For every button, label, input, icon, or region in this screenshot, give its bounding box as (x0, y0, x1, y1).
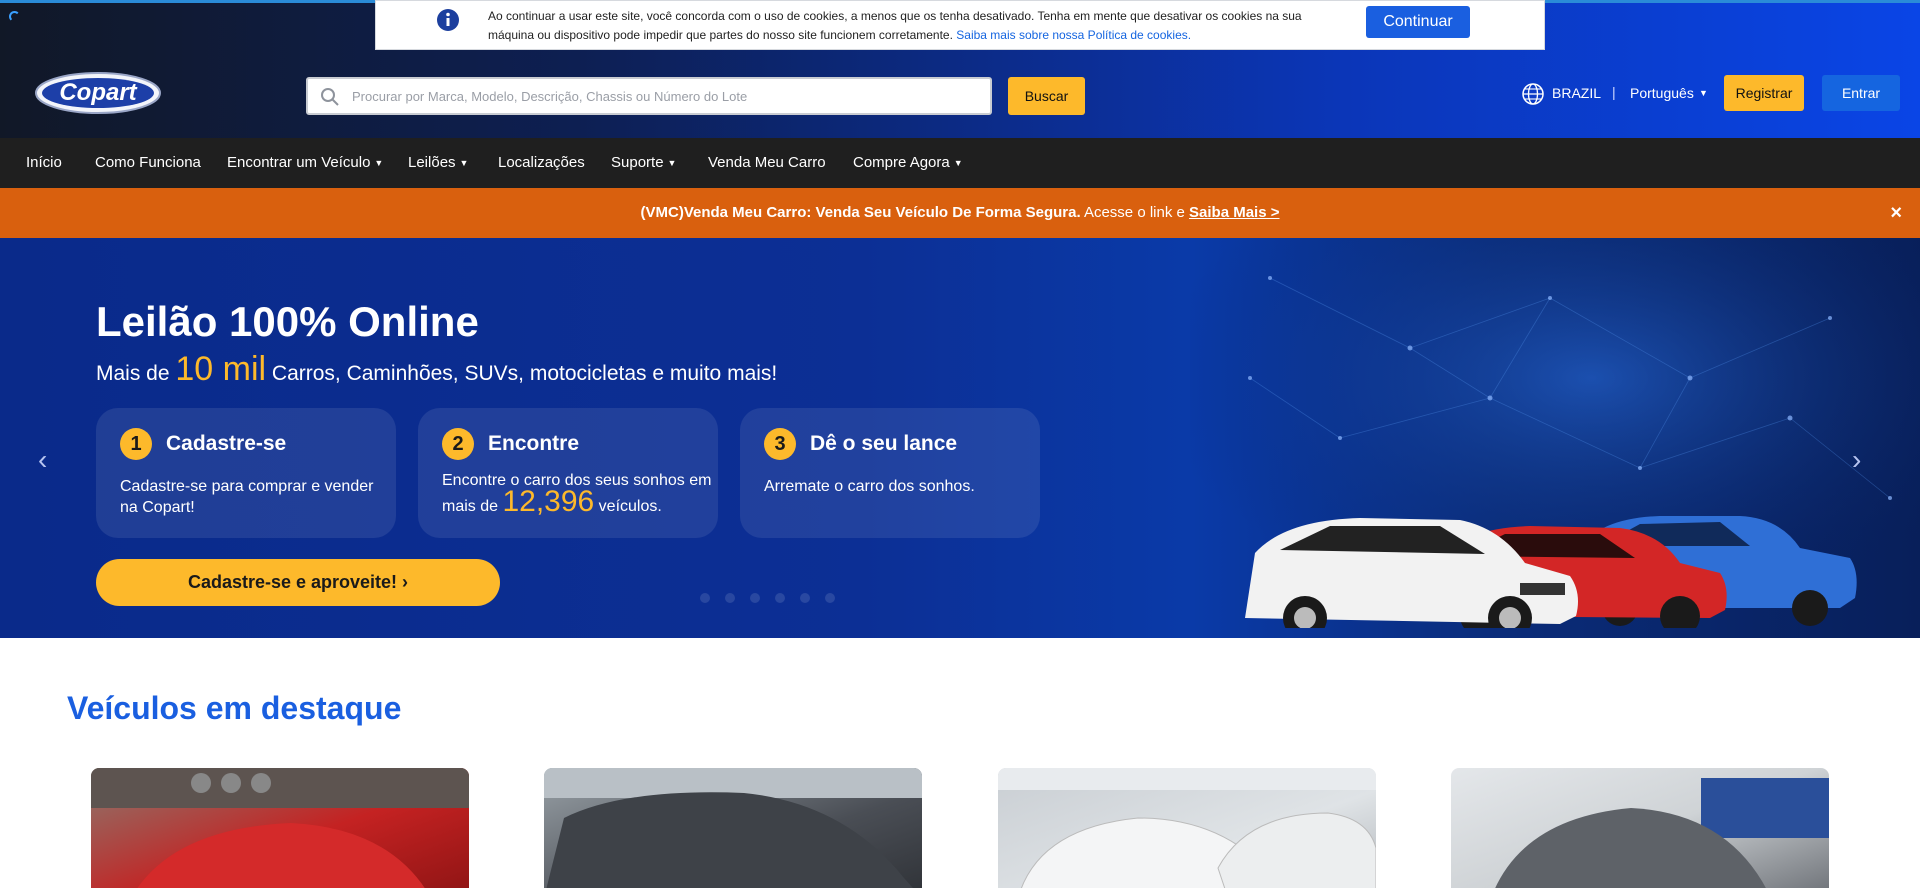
signup-cta-button[interactable]: Cadastre-se e aproveite! › (96, 559, 500, 606)
promo-bar: (VMC)Venda Meu Carro: Venda Seu Veículo … (0, 188, 1920, 238)
country-selector[interactable]: BRAZIL (1552, 85, 1601, 101)
featured-vehicle-card-1[interactable] (91, 768, 469, 888)
nav-label: Leilões (408, 154, 456, 171)
nav-label: Compre Agora (853, 154, 950, 171)
featured-vehicle-card-3[interactable] (998, 768, 1376, 888)
step-number: 3 (764, 428, 796, 460)
hero-title: Leilão 100% Online (96, 298, 479, 345)
step-card-2: 2 Encontre Encontre o carro dos seus son… (418, 408, 718, 538)
carousel-dot[interactable] (825, 593, 835, 603)
chevron-down-icon: ▼ (459, 158, 469, 168)
nav-item-como-funciona[interactable]: Como Funciona (95, 154, 201, 171)
vehicle-photo-1 (91, 768, 469, 888)
cookie-continue-button[interactable]: Continuar (1366, 6, 1470, 38)
hero-cars-image (1245, 516, 1857, 628)
nav-label: Venda Meu Carro (708, 154, 826, 171)
language-selector[interactable]: Português (1630, 85, 1694, 101)
step-title: Cadastre-se (166, 432, 287, 455)
copart-logo[interactable]: Copart (34, 70, 162, 116)
hero-sub-highlight: 10 mil (175, 350, 267, 388)
hero-sub-prefix: Mais de (96, 362, 176, 385)
carousel-dot[interactable] (725, 593, 735, 603)
hero-sub-suffix: Carros, Caminhões, SUVs, motocicletas e … (266, 362, 778, 385)
step-text: Arremate o carro dos sonhos. (764, 478, 975, 495)
cookie-policy-link[interactable]: Saiba mais sobre nossa Política de cooki… (956, 28, 1191, 42)
close-icon[interactable]: × (1890, 202, 1902, 225)
cookie-message: Ao continuar a usar este site, você conc… (488, 7, 1338, 45)
vehicle-count: 12,396 (502, 485, 595, 518)
header-separator: | (1612, 84, 1616, 100)
nav-label: Suporte (611, 154, 664, 171)
carousel-dot[interactable] (775, 593, 785, 603)
step-title: Dê o seu lance (810, 432, 958, 455)
main-nav: Início Como Funciona Encontrar um Veícul… (0, 138, 1920, 188)
carousel-dots (700, 590, 850, 608)
carousel-dot[interactable] (700, 593, 710, 603)
search-bar (306, 77, 992, 115)
promo-headline: (VMC)Venda Meu Carro: Venda Seu Veículo … (640, 204, 1081, 221)
carousel-dot[interactable] (800, 593, 810, 603)
step-text-suffix: veículos. (594, 498, 662, 515)
step-card-3: 3 Dê o seu lance Arremate o carro dos so… (740, 408, 1040, 538)
chevron-down-icon: ▼ (953, 158, 963, 168)
nav-item-leiloes[interactable]: Leilões ▼ (408, 154, 468, 171)
chevron-down-icon: ▼ (374, 158, 384, 168)
nav-label: Encontrar um Veículo (227, 154, 371, 171)
vehicle-photo-2 (544, 768, 922, 888)
hero-subtitle: Mais de 10 mil Carros, Caminhões, SUVs, … (96, 350, 777, 389)
nav-item-inicio[interactable]: Início (26, 154, 62, 171)
vehicle-photo-3 (998, 768, 1376, 888)
nav-item-localizacoes[interactable]: Localizações (498, 154, 585, 171)
nav-item-venda-meu-carro[interactable]: Venda Meu Carro (708, 154, 826, 171)
step-number: 1 (120, 428, 152, 460)
info-icon (437, 9, 459, 31)
carousel-prev-icon[interactable]: ‹ (38, 444, 47, 476)
search-icon (321, 88, 339, 106)
globe-icon[interactable] (1521, 82, 1545, 106)
step-text: Encontre o carro dos seus sonhos em mais… (442, 470, 712, 517)
nav-item-encontrar-veiculo[interactable]: Encontrar um Veículo ▼ (227, 154, 383, 171)
chevron-down-icon[interactable]: ▼ (1699, 88, 1708, 98)
featured-vehicle-card-4[interactable] (1451, 768, 1829, 888)
promo-link[interactable]: Saiba Mais > (1189, 204, 1279, 221)
featured-vehicle-card-2[interactable] (544, 768, 922, 888)
featured-vehicles-title: Veículos em destaque (67, 690, 402, 726)
nav-item-compre-agora[interactable]: Compre Agora ▼ (853, 154, 963, 171)
register-button[interactable]: Registrar (1724, 75, 1804, 111)
vehicle-photo-4 (1495, 778, 1829, 888)
step-title: Encontre (488, 432, 580, 455)
nav-item-suporte[interactable]: Suporte ▼ (611, 154, 676, 171)
step-number: 2 (442, 428, 474, 460)
promo-message: (VMC)Venda Meu Carro: Venda Seu Veículo … (0, 204, 1920, 221)
loading-spinner-icon (9, 11, 20, 22)
hero-carousel: Leilão 100% Online Mais de 10 mil Carros… (0, 238, 1920, 638)
login-button[interactable]: Entrar (1822, 75, 1900, 111)
search-button[interactable]: Buscar (1008, 77, 1085, 115)
carousel-dot[interactable] (750, 593, 760, 603)
step-text: Cadastre-se para comprar e vender na Cop… (120, 478, 374, 516)
cookie-banner: Ao continuar a usar este site, você conc… (375, 0, 1545, 50)
step-card-1: 1 Cadastre-se Cadastre-se para comprar e… (96, 408, 396, 538)
chevron-down-icon: ▼ (667, 158, 677, 168)
nav-label: Início (26, 154, 62, 171)
search-input[interactable] (352, 79, 982, 113)
nav-label: Localizações (498, 154, 585, 171)
logo-text: Copart (59, 79, 137, 106)
nav-label: Como Funciona (95, 154, 201, 171)
promo-text: Acesse o link e (1080, 204, 1190, 221)
